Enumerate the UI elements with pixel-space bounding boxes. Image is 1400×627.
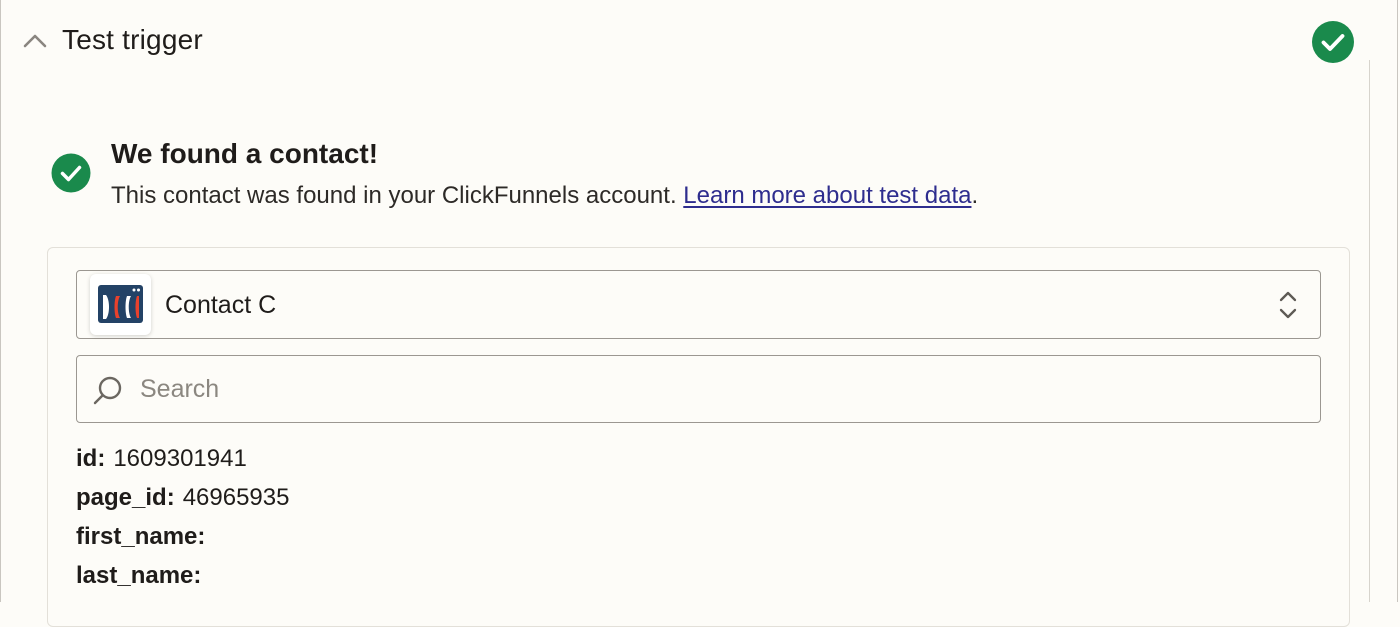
clickfunnels-logo-icon (90, 274, 151, 335)
select-updown-icon[interactable] (1276, 289, 1300, 321)
record-select-label: Contact C (165, 291, 277, 319)
success-check-icon (51, 153, 91, 193)
result-description-text: This contact was found in your ClickFunn… (111, 182, 677, 209)
learn-more-link[interactable]: Learn more about test data (683, 182, 971, 209)
field-value: 1609301941 (113, 445, 247, 472)
check-circle-icon (1312, 21, 1354, 63)
field-row-first-name: first_name: (76, 523, 213, 551)
field-row-page-id: page_id: 46965935 (76, 484, 289, 512)
panel-divider (1369, 60, 1370, 602)
field-key: id: (76, 445, 106, 472)
result-description-period: . (971, 182, 979, 209)
search-input[interactable] (76, 355, 1321, 423)
chevron-up-icon[interactable] (20, 26, 50, 56)
field-value: 46965935 (182, 484, 290, 511)
section-title: Test trigger (62, 24, 203, 55)
result-title: We found a contact! (111, 138, 379, 169)
field-row-last-name: last_name: (76, 562, 209, 590)
field-key: last_name: (76, 562, 202, 589)
field-key: page_id: (76, 484, 175, 511)
result-description: This contact was found in your ClickFunn… (111, 182, 978, 210)
section-header[interactable]: Test trigger (0, 0, 1368, 84)
field-row-id: id: 1609301941 (76, 445, 247, 473)
field-key: first_name: (76, 523, 206, 550)
